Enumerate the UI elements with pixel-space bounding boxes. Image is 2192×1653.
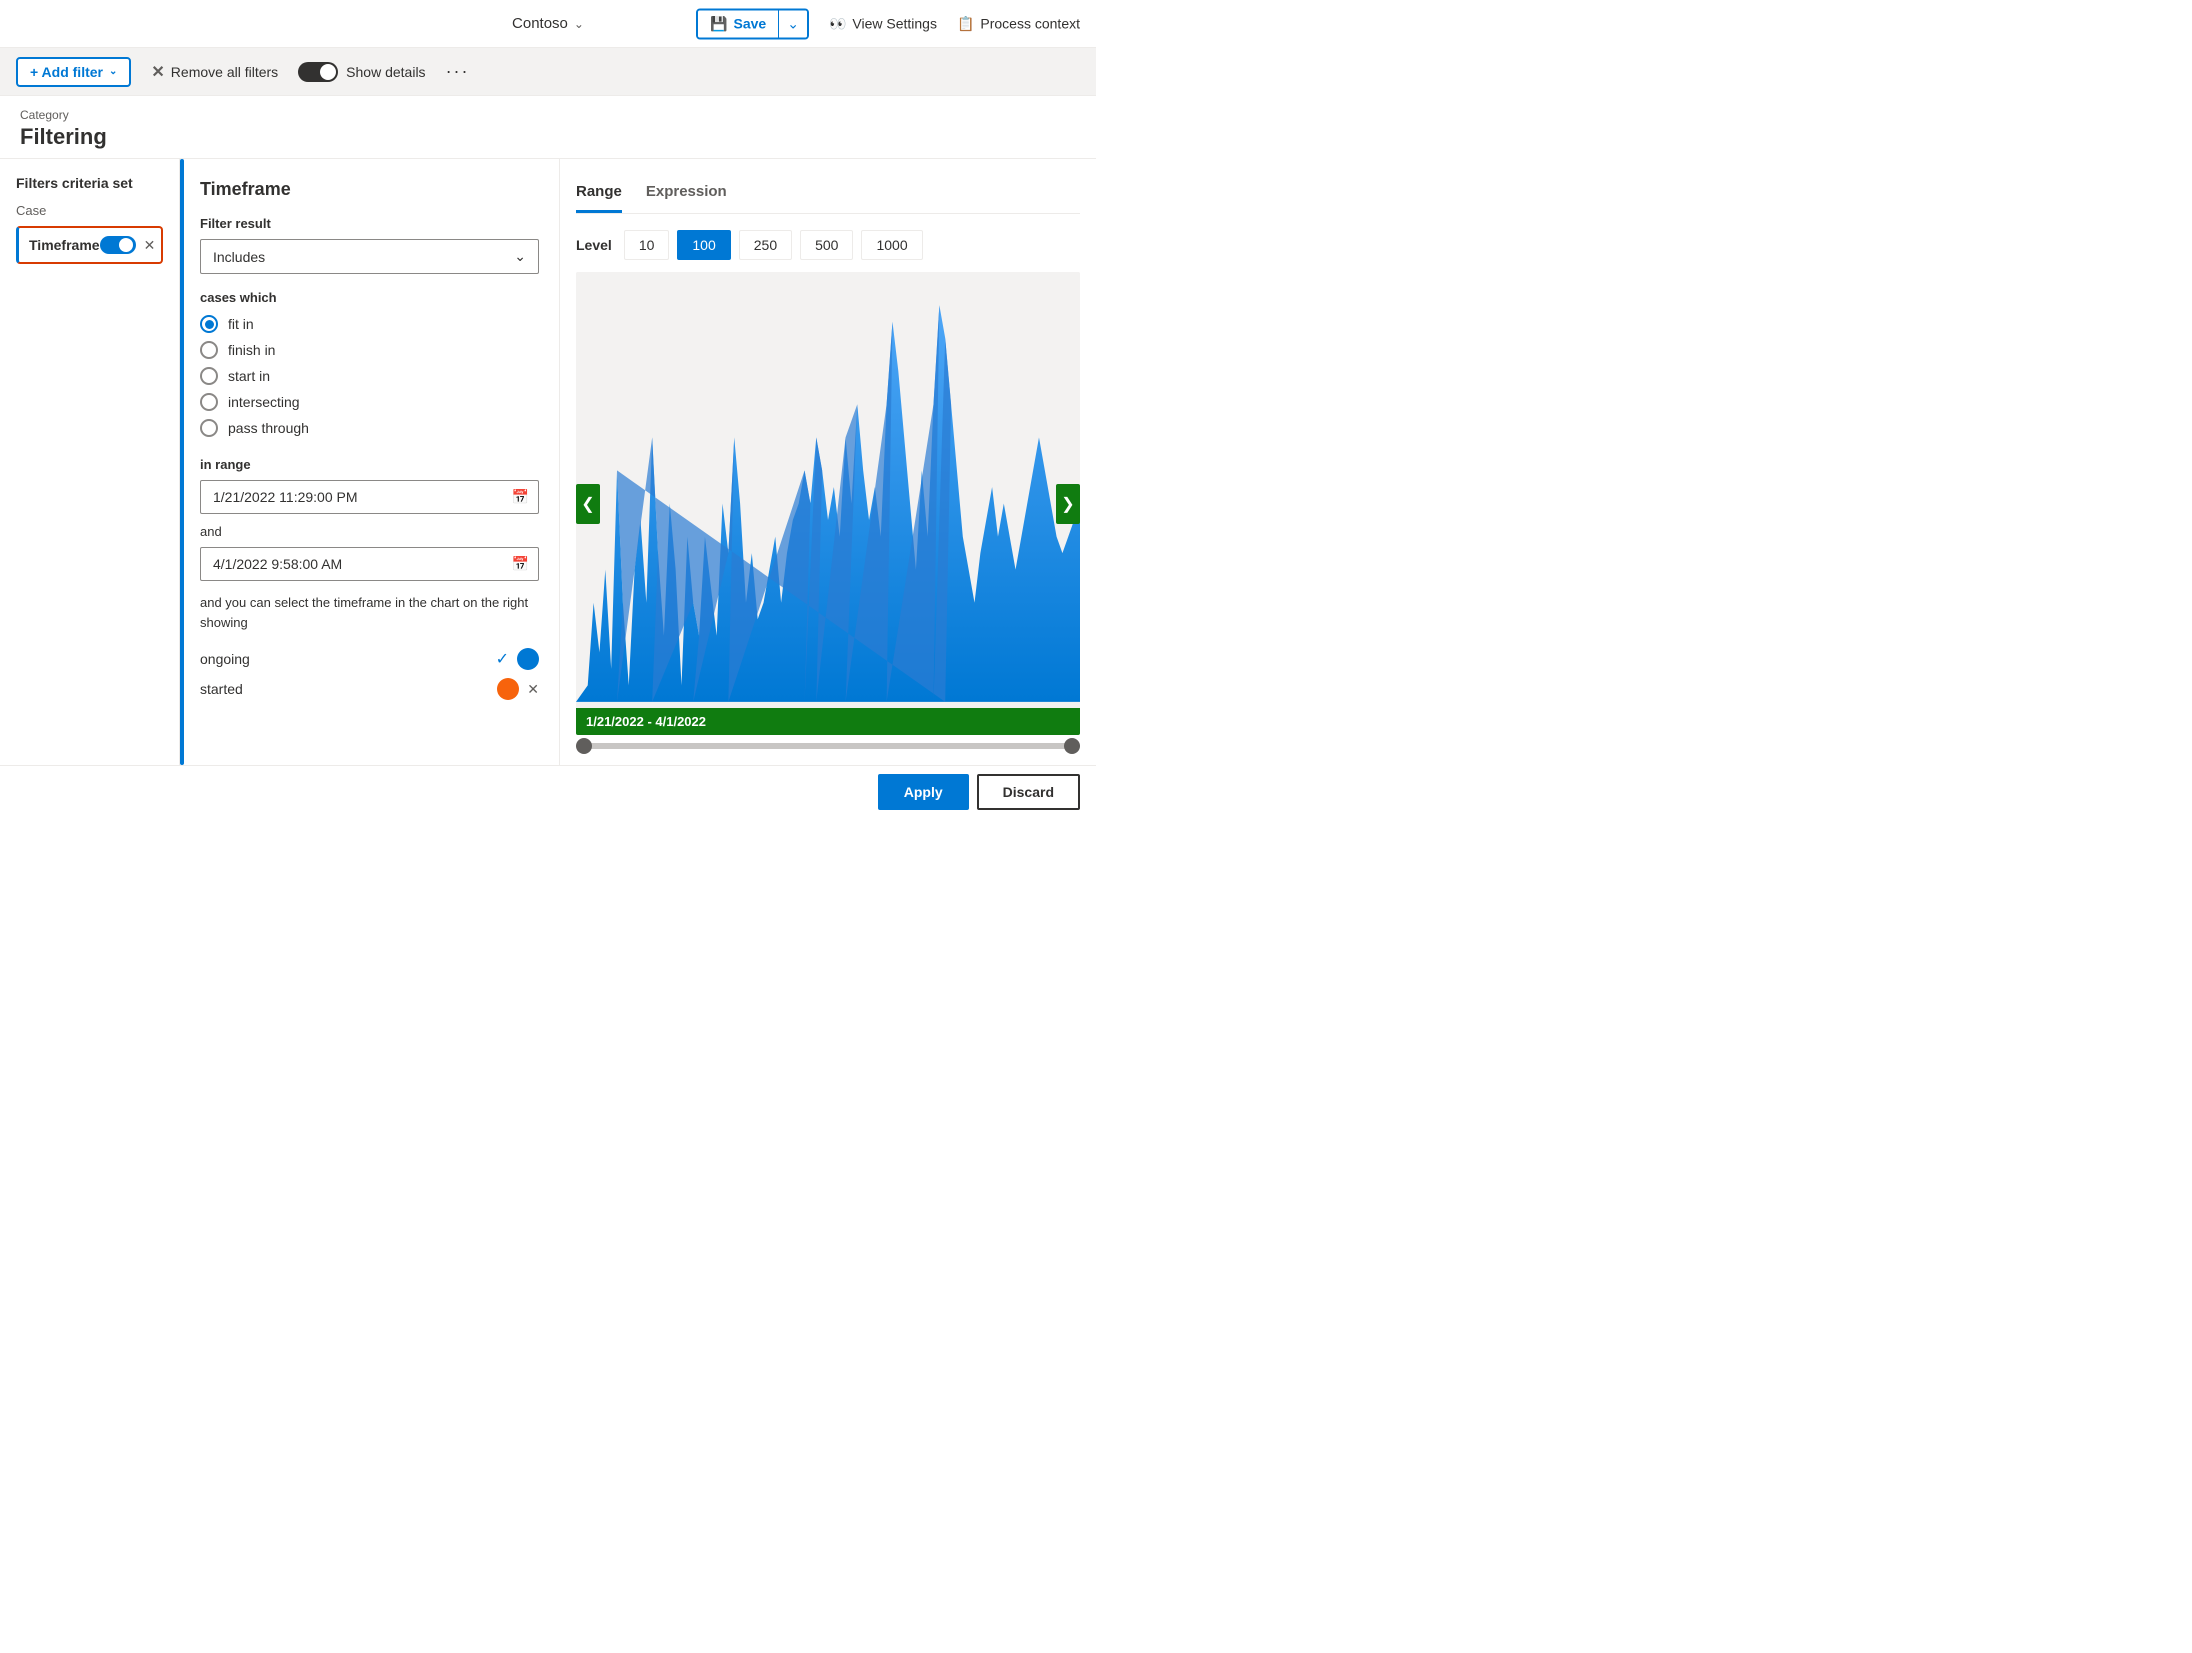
add-filter-button[interactable]: + Add filter ⌄ xyxy=(16,57,131,87)
page-title: Filtering xyxy=(20,124,1076,150)
filter-enable-toggle[interactable] xyxy=(100,236,136,254)
radio-intersecting[interactable]: intersecting xyxy=(200,393,539,411)
company-name: Contoso xyxy=(512,15,568,32)
radio-fit-in-label: fit in xyxy=(228,316,254,332)
level-label: Level xyxy=(576,237,612,253)
end-date-input[interactable] xyxy=(200,547,539,581)
chart-nav-right-button[interactable]: ❯ xyxy=(1056,484,1080,524)
radio-intersecting-circle xyxy=(200,393,218,411)
dropdown-chevron: ⌄ xyxy=(514,248,526,265)
filters-criteria-title: Filters criteria set xyxy=(16,175,163,191)
cases-which-label: cases which xyxy=(200,290,539,305)
ongoing-dot-blue xyxy=(517,648,539,670)
started-label: started xyxy=(200,681,243,697)
cases-radio-group: fit in finish in start in intersecting p… xyxy=(200,315,539,437)
chart-container: ❮ ❯ 1/21/2022 - 4/1/2022 xyxy=(576,272,1080,735)
started-controls: ✕ xyxy=(497,678,539,700)
radio-intersecting-label: intersecting xyxy=(228,394,300,410)
filter-result-dropdown[interactable]: Includes ⌄ xyxy=(200,239,539,274)
company-chevron: ⌄ xyxy=(574,17,584,31)
save-button-group: 💾 Save ⌄ xyxy=(696,8,809,39)
and-label: and xyxy=(200,524,539,539)
range-slider-right-handle[interactable] xyxy=(1064,738,1080,754)
start-date-field: 📅 xyxy=(200,480,539,514)
ongoing-label: ongoing xyxy=(200,651,250,667)
bottom-bar: Apply Discard xyxy=(0,765,1096,817)
filter-result-value: Includes xyxy=(213,249,265,265)
range-slider-row xyxy=(576,743,1080,749)
radio-finish-in-circle xyxy=(200,341,218,359)
process-context-button[interactable]: 📋 Process context xyxy=(957,15,1080,32)
started-dot-orange[interactable] xyxy=(497,678,519,700)
start-date-input[interactable] xyxy=(200,480,539,514)
view-settings-button[interactable]: 👀 View Settings xyxy=(829,15,937,32)
started-toggle-row: started ✕ xyxy=(200,678,539,700)
add-filter-chevron: ⌄ xyxy=(109,66,117,77)
tab-range[interactable]: Range xyxy=(576,175,622,213)
level-btn-1000[interactable]: 1000 xyxy=(861,230,922,260)
tab-expression[interactable]: Expression xyxy=(646,175,727,213)
top-nav-actions: 💾 Save ⌄ 👀 View Settings 📋 Process conte… xyxy=(696,8,1080,39)
radio-pass-through-label: pass through xyxy=(228,420,309,436)
radio-finish-in[interactable]: finish in xyxy=(200,341,539,359)
ongoing-controls: ✓ xyxy=(496,648,539,670)
process-context-icon: 📋 xyxy=(957,15,974,32)
level-btn-10[interactable]: 10 xyxy=(624,230,670,260)
save-dropdown-button[interactable]: ⌄ xyxy=(778,10,807,37)
panel-title: Timeframe xyxy=(200,179,539,200)
filter-remove-button[interactable]: ✕ xyxy=(144,237,156,254)
main-content: Filters criteria set Case Timeframe ✕ Ti… xyxy=(0,159,1096,765)
radio-finish-in-label: finish in xyxy=(228,342,275,358)
show-details-toggle[interactable] xyxy=(298,62,338,82)
toolbar: + Add filter ⌄ ✕ Remove all filters Show… xyxy=(0,48,1096,96)
radio-fit-in-circle xyxy=(200,315,218,333)
end-date-field: 📅 xyxy=(200,547,539,581)
in-range-label: in range xyxy=(200,457,539,472)
tabs: Range Expression xyxy=(576,175,1080,214)
radio-pass-through[interactable]: pass through xyxy=(200,419,539,437)
filter-item-name: Timeframe xyxy=(29,237,100,253)
started-x-button[interactable]: ✕ xyxy=(527,681,539,698)
timeframe-filter-item: Timeframe ✕ xyxy=(16,226,163,264)
view-settings-icon: 👀 xyxy=(829,15,846,32)
radio-start-in-circle xyxy=(200,367,218,385)
save-dropdown-chevron: ⌄ xyxy=(787,15,799,32)
discard-button[interactable]: Discard xyxy=(977,774,1080,810)
save-icon: 💾 xyxy=(710,15,727,32)
category-label: Category xyxy=(20,108,1076,122)
chart-nav-left-button[interactable]: ❮ xyxy=(576,484,600,524)
end-date-calendar-icon[interactable]: 📅 xyxy=(512,556,529,573)
chart-svg xyxy=(576,272,1080,735)
chart-date-range: 1/21/2022 - 4/1/2022 xyxy=(576,708,1080,735)
radio-start-in-label: start in xyxy=(228,368,270,384)
radio-pass-through-circle xyxy=(200,419,218,437)
radio-start-in[interactable]: start in xyxy=(200,367,539,385)
ongoing-toggle-row: ongoing ✓ xyxy=(200,648,539,670)
level-btn-500[interactable]: 500 xyxy=(800,230,853,260)
filter-result-label: Filter result xyxy=(200,216,539,231)
case-label: Case xyxy=(16,203,163,218)
ongoing-check-icon: ✓ xyxy=(496,649,509,669)
description-text: and you can select the timeframe in the … xyxy=(200,593,539,632)
level-btn-250[interactable]: 250 xyxy=(739,230,792,260)
level-row: Level 10 100 250 500 1000 xyxy=(576,230,1080,260)
top-nav: Contoso ⌄ 💾 Save ⌄ 👀 View Settings 📋 Pro… xyxy=(0,0,1096,48)
remove-x-icon: ✕ xyxy=(151,62,164,82)
left-panel: Filters criteria set Case Timeframe ✕ xyxy=(0,159,180,765)
page-header: Category Filtering xyxy=(0,96,1096,159)
remove-all-filters-button[interactable]: ✕ Remove all filters xyxy=(151,62,278,82)
show-details-toggle-row: Show details xyxy=(298,62,425,82)
radio-fit-in[interactable]: fit in xyxy=(200,315,539,333)
level-btn-100[interactable]: 100 xyxy=(677,230,730,260)
apply-button[interactable]: Apply xyxy=(878,774,969,810)
range-slider-left-handle[interactable] xyxy=(576,738,592,754)
company-selector[interactable]: Contoso ⌄ xyxy=(512,15,584,32)
middle-panel: Timeframe Filter result Includes ⌄ cases… xyxy=(180,159,560,765)
filter-item-controls: ✕ xyxy=(100,236,156,254)
save-button[interactable]: 💾 Save xyxy=(698,10,778,37)
right-panel: Range Expression Level 10 100 250 500 10… xyxy=(560,159,1096,765)
start-date-calendar-icon[interactable]: 📅 xyxy=(512,489,529,506)
more-options-button[interactable]: ··· xyxy=(446,61,470,82)
range-slider[interactable] xyxy=(576,743,1080,749)
